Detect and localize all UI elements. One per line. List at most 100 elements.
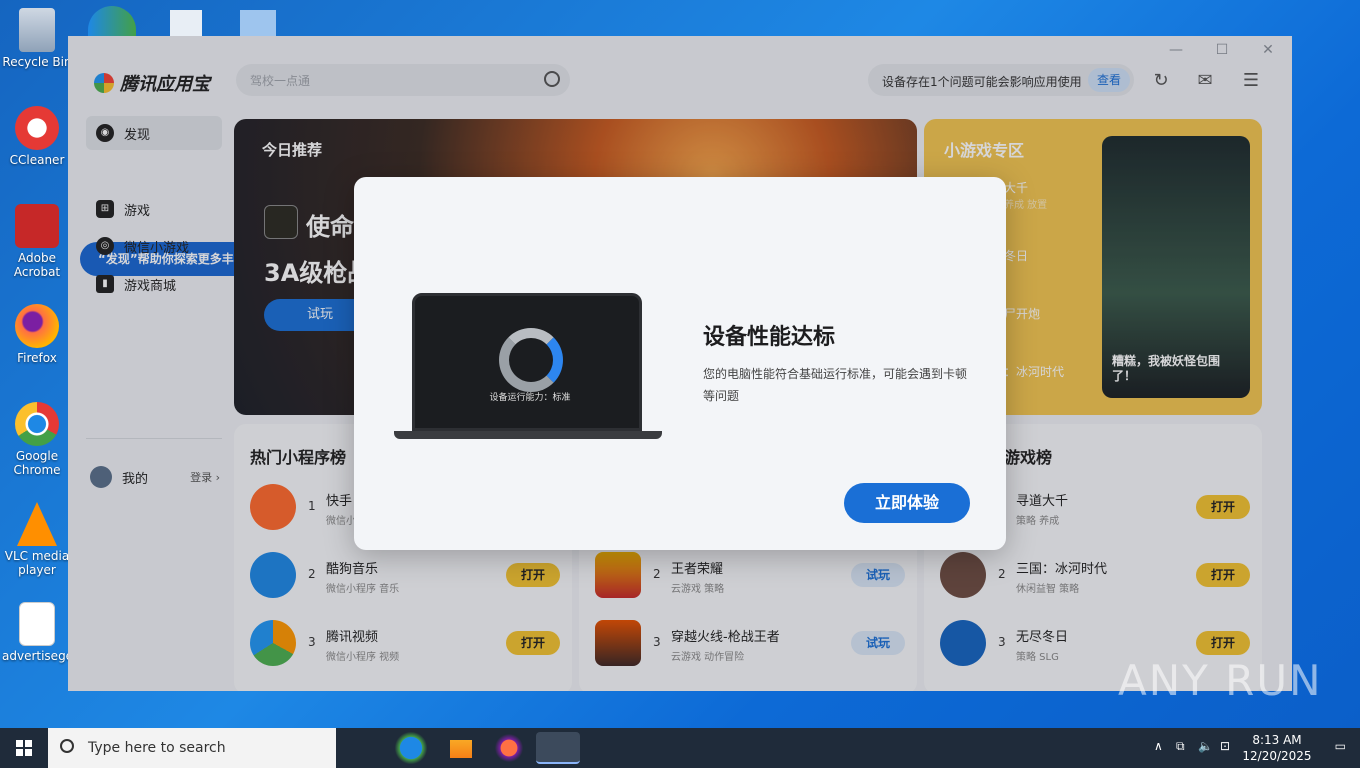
app-logo: 腾讯应用宝 — [94, 70, 210, 96]
taskbar-search-placeholder: Type here to search — [88, 740, 226, 756]
volume-icon[interactable]: 🔈 — [1198, 739, 1213, 753]
wechat-icon: ◎ — [96, 237, 114, 255]
firefox-taskbar-icon[interactable] — [487, 732, 531, 764]
app-store-taskbar-icon[interactable] — [536, 732, 580, 764]
mine-label: 我的 — [122, 471, 149, 487]
open-button[interactable]: 打开 — [506, 563, 560, 587]
search-icon[interactable] — [544, 71, 560, 87]
sidebar-item-game-mall[interactable]: ▮ 游戏商城 — [86, 267, 222, 301]
mini-game-item[interactable]: ：冰河时代 — [1004, 363, 1064, 380]
shopping-bag-icon: ▮ — [96, 275, 114, 293]
taskbar-search[interactable]: Type here to search — [48, 728, 336, 768]
sidebar-item-mine[interactable]: 我的 登录 › — [90, 466, 220, 488]
mini-game-item[interactable]: 大千 养成 放置 — [1004, 179, 1047, 211]
ime-icon[interactable]: ⊡ — [1220, 739, 1230, 753]
search-icon — [60, 739, 74, 753]
app-name: 腾讯应用宝 — [120, 74, 210, 95]
banner-game-name: 使命 — [306, 213, 354, 241]
sidebar-item-wechat-minigames[interactable]: ◎ 微信小游戏 — [86, 229, 222, 263]
file-explorer-taskbar-icon[interactable] — [438, 732, 482, 764]
try-button[interactable]: 试玩 — [851, 631, 905, 655]
taskbar: Type here to search ∧ ⧉ 🔈 ⊡ 8:13 AM 12/2… — [0, 728, 1360, 768]
app-logo-icon — [94, 73, 114, 93]
performance-dialog: 设备运行能力：标准 设备性能达标 您的电脑性能符合基础运行标准，可能会遇到卡顿等… — [354, 177, 1006, 550]
desktop-icon-firefox[interactable]: Firefox — [2, 304, 72, 365]
game-icon — [940, 552, 986, 598]
system-tray: ∧ ⧉ 🔈 ⊡ 8:13 AM 12/20/2025 ▭ — [1140, 728, 1360, 768]
artwork-caption: 糟糕，我被妖怪包围了！ — [1112, 354, 1221, 383]
crossfire-icon — [595, 620, 641, 666]
laptop-illustration: 设备运行能力：标准 — [394, 293, 662, 443]
clock[interactable]: 8:13 AM 12/20/2025 — [1242, 732, 1312, 764]
sidebar-item-label: 游戏 — [124, 203, 151, 219]
laptop-screen: 设备运行能力：标准 — [412, 293, 642, 431]
close-button[interactable]: ✕ — [1256, 42, 1280, 58]
menu-icon[interactable]: ☰ — [1240, 70, 1262, 92]
sidebar-item-label: 游戏商城 — [124, 278, 177, 294]
windows-icon — [16, 740, 32, 756]
start-button[interactable] — [0, 728, 48, 768]
desktop-icon-image-partial[interactable] — [170, 10, 202, 36]
gauge-label: 设备运行能力：标准 — [489, 393, 571, 403]
clock-date: 12/20/2025 — [1242, 749, 1312, 763]
tencent-video-icon — [250, 620, 296, 666]
desktop-icon-adobe-acrobat[interactable]: Adobe Acrobat — [2, 204, 72, 279]
sidebar: ◉ 发现 “发现”帮助你探索更多丰富内容 ✕ ⊞ 游戏 ◎ 微信小游戏 ▮ 游戏… — [68, 116, 304, 691]
mini-game-artwork[interactable]: 糟糕，我被妖怪包围了！ — [1102, 136, 1250, 398]
device-notice-view-button[interactable]: 查看 — [1088, 68, 1130, 92]
experience-now-button[interactable]: 立即体验 — [844, 483, 970, 523]
clock-time: 8:13 AM — [1252, 733, 1302, 747]
anyrun-watermark: ANY RUN — [1118, 656, 1323, 705]
sidebar-item-discover[interactable]: ◉ 发现 — [86, 116, 222, 150]
edge-taskbar-icon[interactable] — [389, 732, 433, 764]
game-icon — [264, 205, 298, 239]
list-item[interactable]: 3 穿越火线-枪战王者 云游戏 动作冒险 试玩 — [595, 618, 905, 668]
open-button[interactable]: 打开 — [1196, 563, 1250, 587]
list-item[interactable]: 2 王者荣耀 云游戏 策略 试玩 — [595, 550, 905, 600]
game-icon — [940, 620, 986, 666]
gauge-icon — [499, 328, 563, 392]
list-item[interactable]: 3 腾讯视频 微信小程序 视频 打开 — [250, 618, 560, 668]
device-notice-text: 设备存在1个问题可能会影响应用使用 — [882, 75, 1082, 89]
mini-games-title: 小游戏专区 — [944, 141, 1025, 160]
kugou-icon — [250, 552, 296, 598]
open-button[interactable]: 打开 — [1196, 495, 1250, 519]
maximize-button[interactable]: ☐ — [1210, 42, 1234, 58]
network-icon[interactable]: ⧉ — [1176, 739, 1185, 754]
search-input[interactable]: 驾校一点通 — [236, 64, 570, 96]
desktop-icon-word-doc[interactable]: advertisege... — [2, 602, 85, 663]
mail-icon[interactable]: ✉ — [1194, 70, 1216, 92]
mini-game-item[interactable]: 冬日 — [1004, 247, 1028, 264]
device-notice: 设备存在1个问题可能会影响应用使用 查看 — [868, 64, 1134, 96]
acrobat-icon — [15, 204, 59, 248]
sidebar-divider — [86, 438, 222, 439]
list-item[interactable]: 2 酷狗音乐 微信小程序 音乐 打开 — [250, 550, 560, 600]
panel-title: 游戏榜 — [1004, 448, 1053, 467]
login-link[interactable]: 登录 › — [190, 469, 220, 485]
vlc-icon — [17, 502, 57, 546]
try-button[interactable]: 试玩 — [851, 563, 905, 587]
firefox-icon — [15, 304, 59, 348]
desktop-icon-edge-partial[interactable] — [88, 6, 136, 36]
desktop-icon-ccleaner[interactable]: CCleaner — [2, 106, 72, 167]
list-item[interactable]: 2 三国：冰河时代 休闲益智 策略 打开 — [940, 550, 1250, 600]
open-button[interactable]: 打开 — [1196, 631, 1250, 655]
chevron-up-icon[interactable]: ∧ — [1154, 739, 1163, 753]
recycle-bin-icon — [19, 8, 55, 52]
kuaishou-icon — [250, 484, 296, 530]
desktop-icon-file-partial[interactable] — [240, 10, 276, 36]
banner-tag: 今日推荐 — [262, 141, 323, 159]
task-view-icon[interactable] — [340, 732, 384, 764]
ccleaner-icon — [15, 106, 59, 150]
panel-title: 热门小程序榜 — [250, 448, 347, 467]
sidebar-item-games[interactable]: ⊞ 游戏 — [86, 192, 222, 226]
notification-icon[interactable]: ▭ — [1335, 739, 1346, 753]
avatar — [90, 466, 112, 488]
refresh-icon[interactable]: ↻ — [1150, 70, 1172, 92]
mini-game-item[interactable]: 尸开炮 — [1004, 305, 1040, 322]
open-button[interactable]: 打开 — [506, 631, 560, 655]
desktop-icon-google-chrome[interactable]: Google Chrome — [2, 402, 72, 477]
desktop-icon-recycle-bin[interactable]: Recycle Bin — [2, 8, 72, 69]
minimize-button[interactable]: — — [1164, 42, 1188, 58]
desktop-icon-vlc[interactable]: VLC media player — [2, 502, 72, 577]
